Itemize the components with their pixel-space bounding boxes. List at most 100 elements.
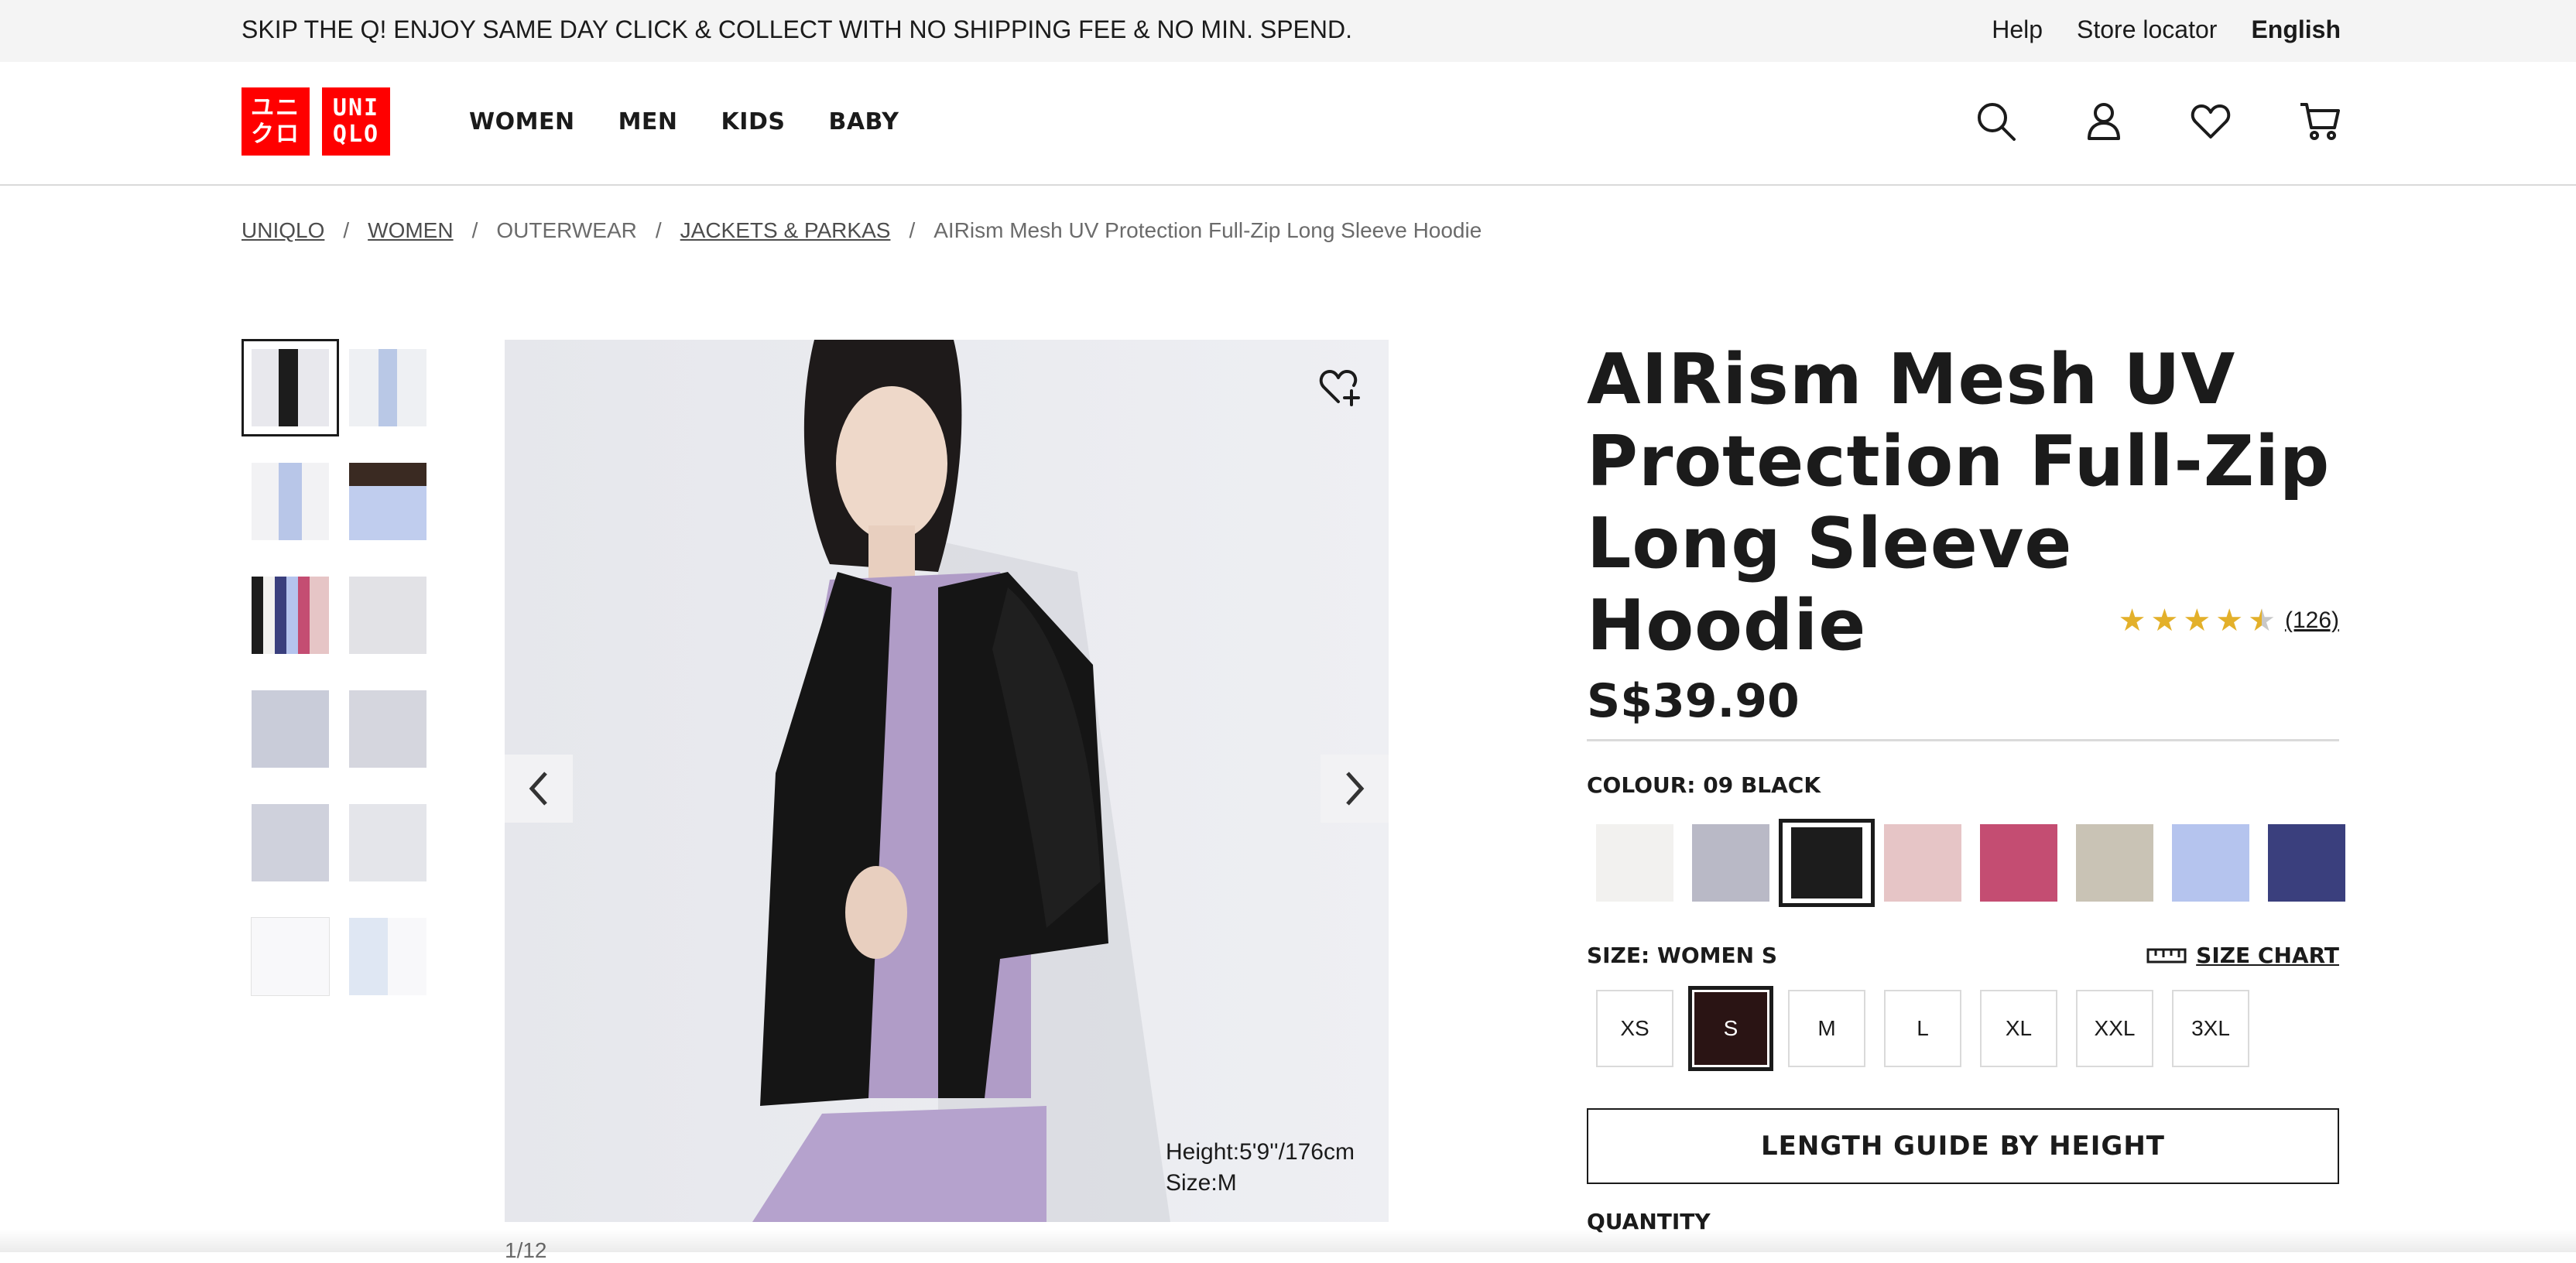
colour-swatch-5[interactable] [1971, 819, 2067, 907]
product-info: AIRism Mesh UV Protection Full-Zip Long … [1587, 339, 2345, 1234]
breadcrumb-current: AIRism Mesh UV Protection Full-Zip Long … [933, 218, 1482, 242]
size-option-m[interactable]: M [1779, 984, 1875, 1073]
thumbnail-7[interactable] [242, 680, 339, 778]
account-icon[interactable] [2085, 102, 2122, 141]
size-option-label: XXL [2076, 990, 2153, 1067]
star-icon: ★ [2118, 604, 2146, 638]
thumbnail-4[interactable] [339, 453, 437, 550]
nav-baby[interactable]: BABY [828, 107, 899, 138]
colour-chip [1884, 824, 1961, 902]
breadcrumb: UNIQLO / WOMEN / OUTERWEAR / JACKETS & P… [242, 215, 1482, 246]
thumbnail-2[interactable] [339, 339, 437, 436]
size-option-label: XL [1980, 990, 2057, 1067]
chevron-left-icon [529, 772, 547, 806]
colour-chip [1980, 824, 2057, 902]
bottom-shadow [0, 1229, 2576, 1252]
size-option-l[interactable]: L [1875, 984, 1971, 1073]
colour-chip [2268, 824, 2345, 902]
utility-links: Help Store locator English [1992, 14, 2341, 45]
search-icon[interactable] [1975, 101, 2017, 142]
thumbnail-12[interactable] [339, 908, 437, 1005]
star-icon: ★ [2183, 604, 2211, 638]
breadcrumb-separator: / [471, 218, 478, 242]
store-locator-link[interactable]: Store locator [2077, 14, 2217, 45]
thumbnail-11[interactable] [242, 908, 339, 1005]
size-option-xxl[interactable]: XXL [2067, 984, 2163, 1073]
breadcrumb-jackets[interactable]: JACKETS & PARKAS [680, 215, 891, 246]
nav-men[interactable]: MEN [618, 107, 678, 138]
previous-image-button[interactable] [505, 755, 573, 823]
wishlist-icon[interactable] [2191, 103, 2231, 140]
thumbnail-1[interactable] [242, 339, 339, 436]
colour-swatch-7[interactable] [2163, 819, 2259, 907]
heart-plus-icon [1319, 370, 1360, 406]
language-selector[interactable]: English [2251, 14, 2341, 45]
colour-swatch-6[interactable] [2067, 819, 2163, 907]
model-size: Size:M [1166, 1170, 1237, 1196]
help-link[interactable]: Help [1992, 14, 2043, 45]
colour-swatch-4[interactable] [1875, 819, 1971, 907]
size-option-label: L [1884, 990, 1961, 1067]
size-options: XS S M L XL XXL 3XL [1587, 984, 2259, 1073]
thumbnail-6[interactable] [339, 566, 437, 664]
star-icon: ★ [2215, 604, 2244, 638]
logo-latin: UNI QLO [322, 87, 390, 156]
chevron-right-icon [1346, 772, 1365, 806]
size-label: SIZE: WOMEN S [1587, 943, 1777, 968]
size-option-label: 3XL [2172, 990, 2249, 1067]
size-option-3xl[interactable]: 3XL [2163, 984, 2259, 1073]
colour-chip [1596, 824, 1673, 902]
size-option-xs[interactable]: XS [1587, 984, 1683, 1073]
model-height: Height:5'9''/176cm [1166, 1139, 1355, 1165]
colour-chip [2172, 824, 2249, 902]
thumbnail-8[interactable] [339, 680, 437, 778]
size-option-xl[interactable]: XL [1971, 984, 2067, 1073]
divider [1587, 739, 2339, 741]
promo-text: SKIP THE Q! ENJOY SAME DAY CLICK & COLLE… [242, 15, 1352, 43]
cart-icon[interactable] [2299, 101, 2341, 142]
colour-chip [2076, 824, 2153, 902]
model-illustration [505, 340, 1389, 1222]
review-count[interactable]: (126) [2285, 608, 2339, 634]
breadcrumb-women[interactable]: WOMEN [368, 215, 453, 246]
breadcrumb-separator: / [909, 218, 916, 242]
colour-chip [1692, 824, 1769, 902]
colour-swatch-1[interactable] [1587, 819, 1683, 907]
ruler-icon [2146, 948, 2187, 963]
nav-women[interactable]: WOMEN [469, 107, 575, 138]
thumbnail-10[interactable] [339, 794, 437, 892]
size-option-s[interactable]: S [1683, 984, 1779, 1073]
breadcrumb-separator: / [343, 218, 350, 242]
colour-chip [1790, 826, 1864, 900]
half-star-icon: ★ [2248, 604, 2276, 638]
product-price: S$39.90 [1587, 674, 1800, 728]
colour-swatches [1587, 819, 2355, 907]
length-guide-button[interactable]: LENGTH GUIDE BY HEIGHT [1587, 1108, 2339, 1184]
next-image-button[interactable] [1321, 755, 1389, 823]
add-to-wishlist-button[interactable] [1319, 368, 1361, 410]
breadcrumb-separator: / [655, 218, 662, 242]
thumbnail-gallery [242, 339, 437, 1005]
size-chart-link[interactable]: SIZE CHART [2146, 943, 2339, 968]
colour-swatch-2[interactable] [1683, 819, 1779, 907]
promo-bar: SKIP THE Q! ENJOY SAME DAY CLICK & COLLE… [0, 0, 2576, 62]
model-caption: Height:5'9''/176cm Size:M [1166, 1137, 1355, 1199]
size-option-label: XS [1596, 990, 1673, 1067]
size-option-label: S [1688, 986, 1773, 1071]
colour-swatch-8[interactable] [2259, 819, 2355, 907]
thumbnail-3[interactable] [242, 453, 339, 550]
size-option-label: M [1788, 990, 1865, 1067]
logo-katakana: ユニ クロ [242, 87, 310, 156]
thumbnail-5[interactable] [242, 566, 339, 664]
breadcrumb-uniqlo[interactable]: UNIQLO [242, 215, 324, 246]
main-product-image: Height:5'9''/176cm Size:M [505, 340, 1389, 1222]
colour-swatch-3[interactable] [1779, 819, 1875, 907]
colour-label: COLOUR: 09 BLACK [1587, 772, 1821, 798]
breadcrumb-outerwear: OUTERWEAR [496, 218, 637, 242]
uniqlo-logo[interactable]: ユニ クロ UNI QLO [242, 87, 390, 156]
nav-kids[interactable]: KIDS [721, 107, 786, 138]
product-rating[interactable]: ★ ★ ★ ★ ★ (126) [2119, 605, 2339, 636]
star-icon: ★ [2150, 604, 2179, 638]
header-icons [1975, 101, 2341, 142]
thumbnail-9[interactable] [242, 794, 339, 892]
